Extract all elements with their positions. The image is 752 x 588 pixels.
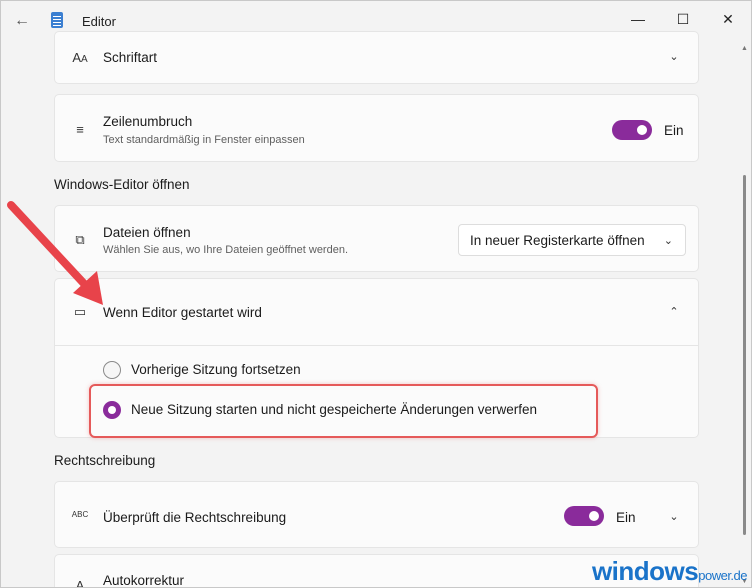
- open-files-description: Wählen Sie aus, wo Ihre Dateien geöffnet…: [103, 244, 349, 256]
- word-wrap-description: Text standardmäßig in Fenster einpassen: [103, 134, 305, 146]
- word-wrap-label: Zeilenumbruch: [103, 114, 193, 129]
- scrollbar-thumb[interactable]: [743, 175, 746, 535]
- radio-resume-session[interactable]: [103, 361, 121, 379]
- open-files-dropdown[interactable]: In neuer Registerkarte öffnen ⌄: [458, 224, 686, 256]
- open-files-setting-card: ⧉ Dateien öffnen Wählen Sie aus, wo Ihre…: [54, 205, 699, 272]
- vertical-scrollbar[interactable]: ▲ ▼: [741, 45, 749, 585]
- window-title: Editor: [82, 14, 116, 29]
- spellcheck-toggle-label: Ein: [616, 510, 636, 525]
- section-heading-open: Windows-Editor öffnen: [54, 177, 190, 192]
- font-setting-label: Schriftart: [103, 50, 158, 65]
- word-wrap-setting-card: ≡ Zeilenumbruch Text standardmäßig in Fe…: [54, 94, 699, 162]
- word-wrap-toggle[interactable]: [612, 120, 652, 140]
- startup-setting-label: Wenn Editor gestartet wird: [103, 305, 262, 320]
- font-icon: AA: [72, 50, 88, 65]
- section-heading-spelling: Rechtschreibung: [54, 453, 156, 468]
- spellcheck-icon: ABC: [71, 510, 89, 519]
- back-arrow-icon[interactable]: ←: [13, 12, 31, 30]
- notepad-app-icon: [51, 12, 63, 28]
- word-wrap-toggle-label: Ein: [664, 123, 684, 138]
- spellcheck-toggle[interactable]: [564, 506, 604, 526]
- spellcheck-label: Überprüft die Rechtschreibung: [103, 510, 287, 525]
- font-setting-card[interactable]: AA Schriftart ⌄: [54, 31, 699, 84]
- chevron-up-icon[interactable]: ⌃: [668, 306, 680, 318]
- spellcheck-setting-card[interactable]: ABC Überprüft die Rechtschreibung Ein ⌄: [54, 481, 699, 548]
- open-files-dropdown-value: In neuer Registerkarte öffnen: [470, 233, 645, 248]
- maximize-icon[interactable]: ☐: [673, 9, 693, 29]
- word-wrap-icon: ≡: [76, 122, 84, 137]
- editor-settings-window: ← Editor — ☐ ✕ ▲ ▼ AA Schriftart ⌄ ≡ Zei…: [0, 0, 752, 588]
- autocorrect-icon: A: [75, 578, 85, 588]
- scroll-up-icon[interactable]: ▲: [741, 45, 748, 52]
- highlight-box: [89, 384, 598, 438]
- close-icon[interactable]: ✕: [718, 9, 738, 29]
- minimize-icon[interactable]: —: [628, 9, 648, 29]
- autocorrect-label: Autokorrektur: [103, 573, 185, 588]
- chevron-down-icon[interactable]: ⌄: [668, 51, 680, 63]
- chevron-down-icon[interactable]: ⌄: [668, 511, 680, 523]
- watermark-logo: windowspower.de: [591, 556, 748, 586]
- startup-setting-header[interactable]: ▭ Wenn Editor gestartet wird ⌃: [55, 279, 698, 346]
- annotation-arrow: [7, 201, 103, 305]
- chevron-down-icon: ⌄: [663, 235, 673, 247]
- radio-resume-session-label: Vorherige Sitzung fortsetzen: [131, 362, 301, 377]
- open-files-label: Dateien öffnen: [103, 225, 191, 240]
